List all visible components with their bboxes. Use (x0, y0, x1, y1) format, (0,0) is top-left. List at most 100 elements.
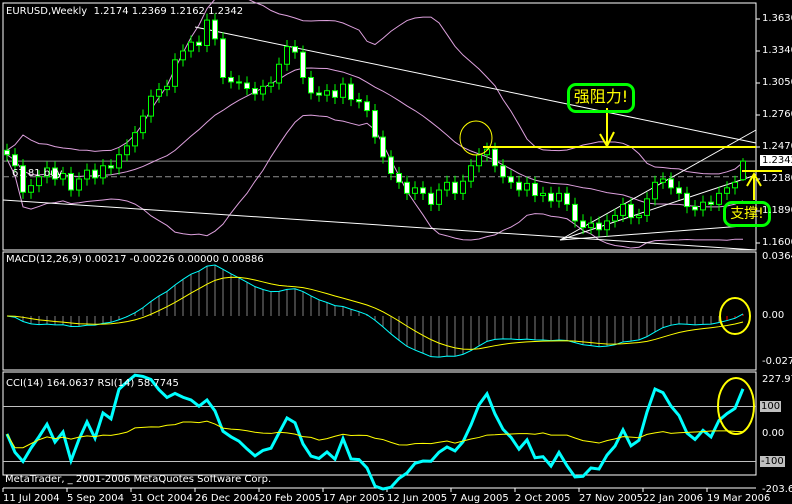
candle-body (628, 203, 634, 219)
candle-body (508, 176, 514, 183)
candle-body (644, 198, 650, 216)
price-axis-label: 1.3050 (762, 77, 792, 88)
candle-body (404, 181, 410, 194)
candle-body (468, 165, 474, 182)
candle-body (620, 203, 626, 216)
date-axis-label: 19 Mar 2006 (707, 493, 771, 504)
candle-body (348, 83, 354, 101)
oscillator-axis-label: -100 (760, 456, 785, 467)
candle-body (388, 156, 394, 174)
symbol-label: EURUSD,Weekly (6, 6, 88, 17)
oscillator-axis-label: 100 (760, 401, 782, 412)
candle-body (132, 132, 138, 147)
candle-body (500, 165, 506, 178)
candle-body (636, 214, 642, 219)
date-axis-label: 22 Jan 2006 (643, 493, 703, 504)
candle-body (292, 46, 298, 53)
candle-body (476, 154, 482, 167)
candle-body (708, 201, 714, 205)
candle-body (332, 90, 338, 98)
candle-body (220, 38, 226, 78)
candle-body (396, 172, 402, 183)
price-axis-label: 1.2760 (762, 109, 792, 120)
candle-body (164, 85, 170, 91)
date-axis-label: 27 Nov 2005 (579, 493, 644, 504)
macd-axis-label: -0.0275 (762, 356, 792, 367)
macd-axis-label: 0.0364 (762, 251, 792, 262)
metatrader-chart-window: EURUSD,Weekly 1.2174 1.2369 1.2162 1.234… (0, 0, 792, 504)
candle-body (188, 41, 194, 52)
date-axis-label: 12 Jun 2005 (387, 493, 448, 504)
candle-body (180, 50, 186, 61)
candle-body (12, 154, 18, 167)
candle-body (700, 201, 706, 211)
candle-body (148, 95, 154, 117)
candle-body (452, 181, 458, 194)
candle-body (116, 154, 122, 169)
candle-body (324, 90, 330, 96)
date-axis-label: 11 Jul 2004 (3, 493, 60, 504)
candle-body (108, 165, 114, 169)
candle-body (356, 99, 362, 103)
chart-canvas (2, 0, 782, 492)
candle-body (596, 222, 602, 231)
candle-body (268, 82, 274, 87)
candle-body (524, 182, 530, 191)
candle-body (276, 63, 282, 84)
candle-body (300, 51, 306, 78)
candle-body (380, 136, 386, 158)
candle-body (252, 88, 258, 95)
ohlc-values: 1.2174 1.2369 1.2162 1.2342 (93, 6, 244, 17)
candle-body (532, 182, 538, 197)
current-price-label: 1.2342 (760, 155, 792, 167)
candle-body (124, 145, 130, 156)
price-axis-label: 1.2180 (762, 173, 792, 184)
candle-body (612, 214, 618, 222)
candle-body (572, 203, 578, 222)
cci-line (5, 373, 745, 491)
highlight-circle-price (459, 120, 493, 156)
price-axis-label: 1.3340 (762, 45, 792, 56)
candle-body (204, 19, 210, 46)
candle-body (676, 187, 682, 194)
candle-body (588, 222, 594, 229)
oscillator-axis-label: 227.971 (762, 374, 792, 385)
macd-header: MACD(12,26,9) 0.00217 -0.00226 0.00000 0… (6, 254, 264, 265)
candle-body (156, 89, 162, 97)
date-axis-label: 2 Oct 2005 (515, 493, 571, 504)
order-label: 67 81 buy (12, 168, 63, 179)
price-axis-label: 1.3630 (762, 13, 792, 24)
candle-body (140, 115, 146, 134)
candle-body (172, 59, 178, 87)
date-axis-label: 17 Apr 2005 (323, 493, 385, 504)
candle-body (100, 165, 106, 179)
candle-body (316, 92, 322, 96)
lower-trendline (2, 199, 757, 251)
candle-body (412, 187, 418, 194)
resistance-annotation: 强阻力! (567, 83, 635, 113)
candle-body (308, 76, 314, 94)
candle-body (284, 46, 290, 65)
candle-body (684, 192, 690, 208)
candle-body (444, 181, 450, 191)
price-axis-label: 1.1890 (762, 205, 792, 216)
panel-frame-1 (2, 251, 757, 371)
candle-body (228, 76, 234, 83)
candle-body (580, 220, 586, 229)
oscillator-axis-label: 0.00 (762, 428, 785, 439)
candle-body (556, 192, 562, 202)
date-axis-label: 20 Feb 2005 (259, 493, 322, 504)
symbol-header: EURUSD,Weekly 1.2174 1.2369 1.2162 1.234… (6, 6, 243, 17)
candle-body (236, 81, 242, 84)
candle-body (212, 19, 218, 40)
candle-body (92, 169, 98, 179)
candle-body (652, 181, 658, 200)
candle-body (364, 101, 370, 112)
date-axis-label: 5 Sep 2004 (67, 493, 125, 504)
candle-body (340, 83, 346, 98)
candle-body (460, 180, 466, 194)
price-axis-label: 1.1600 (762, 237, 792, 248)
candle-body (260, 85, 266, 95)
candle-body (724, 187, 730, 194)
candle-body (76, 178, 82, 191)
